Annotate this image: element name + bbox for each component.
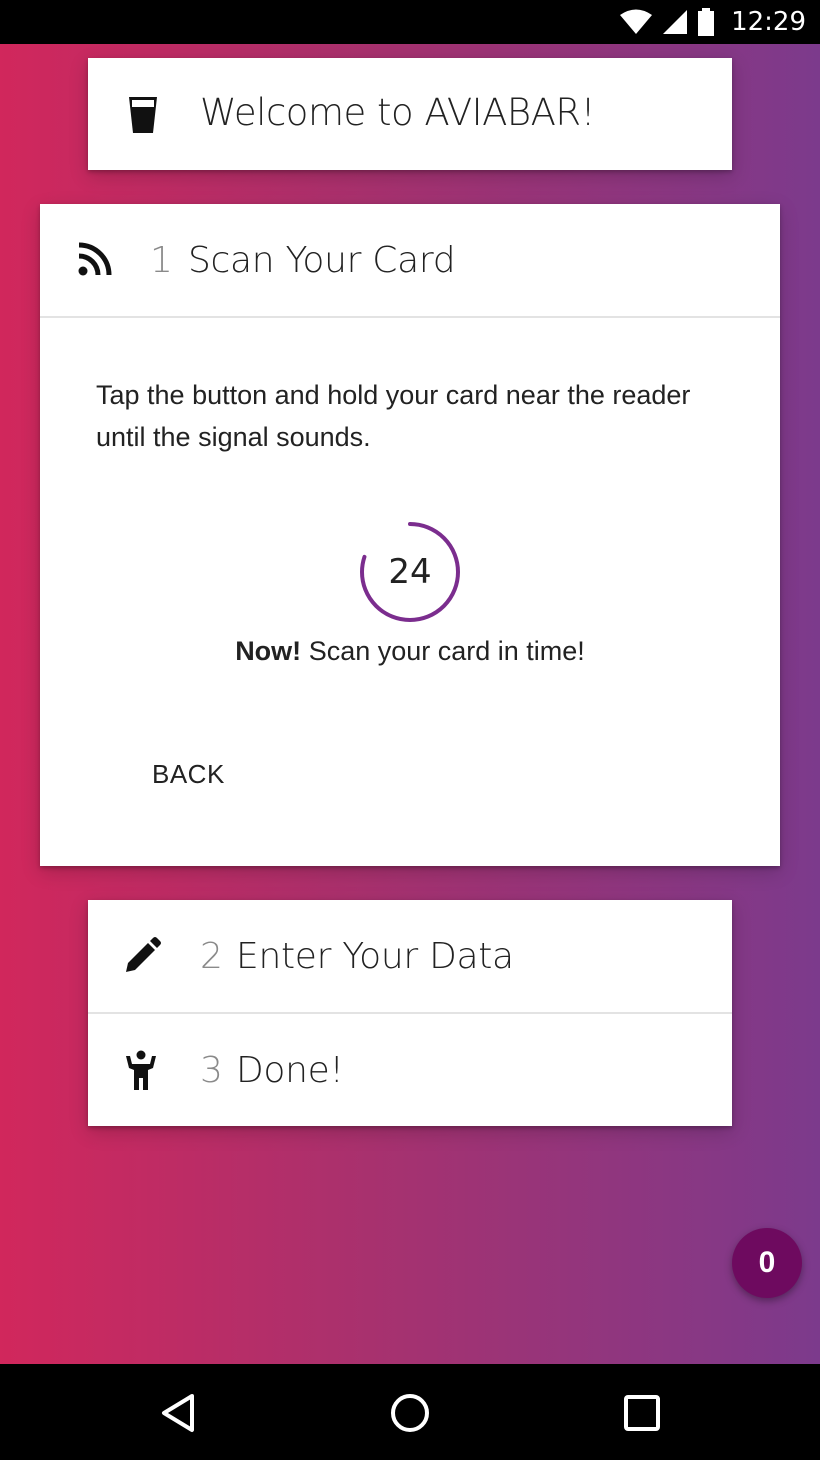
scan-instructions: Tap the button and hold your card near t…: [96, 380, 691, 452]
person-icon: [124, 1050, 158, 1095]
step-3-header[interactable]: 3 Done!: [88, 1014, 732, 1126]
wifi-icon: [620, 9, 653, 34]
back-triangle-icon: [162, 1394, 194, 1432]
welcome-card: Welcome to AVIABAR!: [88, 58, 732, 170]
step-1-label: Scan Your Card: [188, 240, 456, 281]
step-3-number: 3: [200, 1050, 223, 1091]
countdown-value: 24: [388, 552, 432, 592]
status-bar: 12:29: [0, 0, 820, 44]
nav-home-button[interactable]: [385, 1388, 435, 1438]
nav-back-button[interactable]: [153, 1388, 203, 1438]
drink-glass-icon: [128, 96, 158, 139]
scan-message: Now! Scan your card in time!: [40, 636, 780, 667]
cell-signal-icon: [663, 10, 688, 34]
system-nav-bar: [0, 1364, 820, 1460]
back-button[interactable]: BACK: [136, 752, 241, 796]
step-2-header[interactable]: 2 Enter Your Data: [88, 900, 732, 1014]
counter-fab[interactable]: 0: [732, 1228, 802, 1298]
battery-icon: [698, 8, 715, 36]
step-2-number: 2: [200, 936, 223, 977]
step-1-header[interactable]: 1 Scan Your Card: [40, 204, 780, 318]
welcome-title: Welcome to AVIABAR!: [200, 91, 595, 134]
step-1-number: 1: [150, 240, 173, 281]
rss-feed-icon: [78, 242, 112, 281]
pencil-icon: [124, 936, 162, 979]
remaining-steps-card: 2 Enter Your Data 3 Done!: [88, 900, 732, 1126]
step-1-card: 1 Scan Your Card Tap the button and hold…: [40, 204, 780, 866]
step-2-label: Enter Your Data: [236, 936, 514, 977]
home-circle-icon: [391, 1394, 429, 1432]
scan-message-text: Scan your card in time!: [308, 636, 585, 666]
scan-message-emphasis: Now!: [235, 636, 302, 666]
step-3-label: Done!: [236, 1050, 344, 1091]
recents-square-icon: [624, 1395, 660, 1431]
clock: 12:29: [731, 7, 806, 37]
nav-recents-button[interactable]: [617, 1388, 667, 1438]
